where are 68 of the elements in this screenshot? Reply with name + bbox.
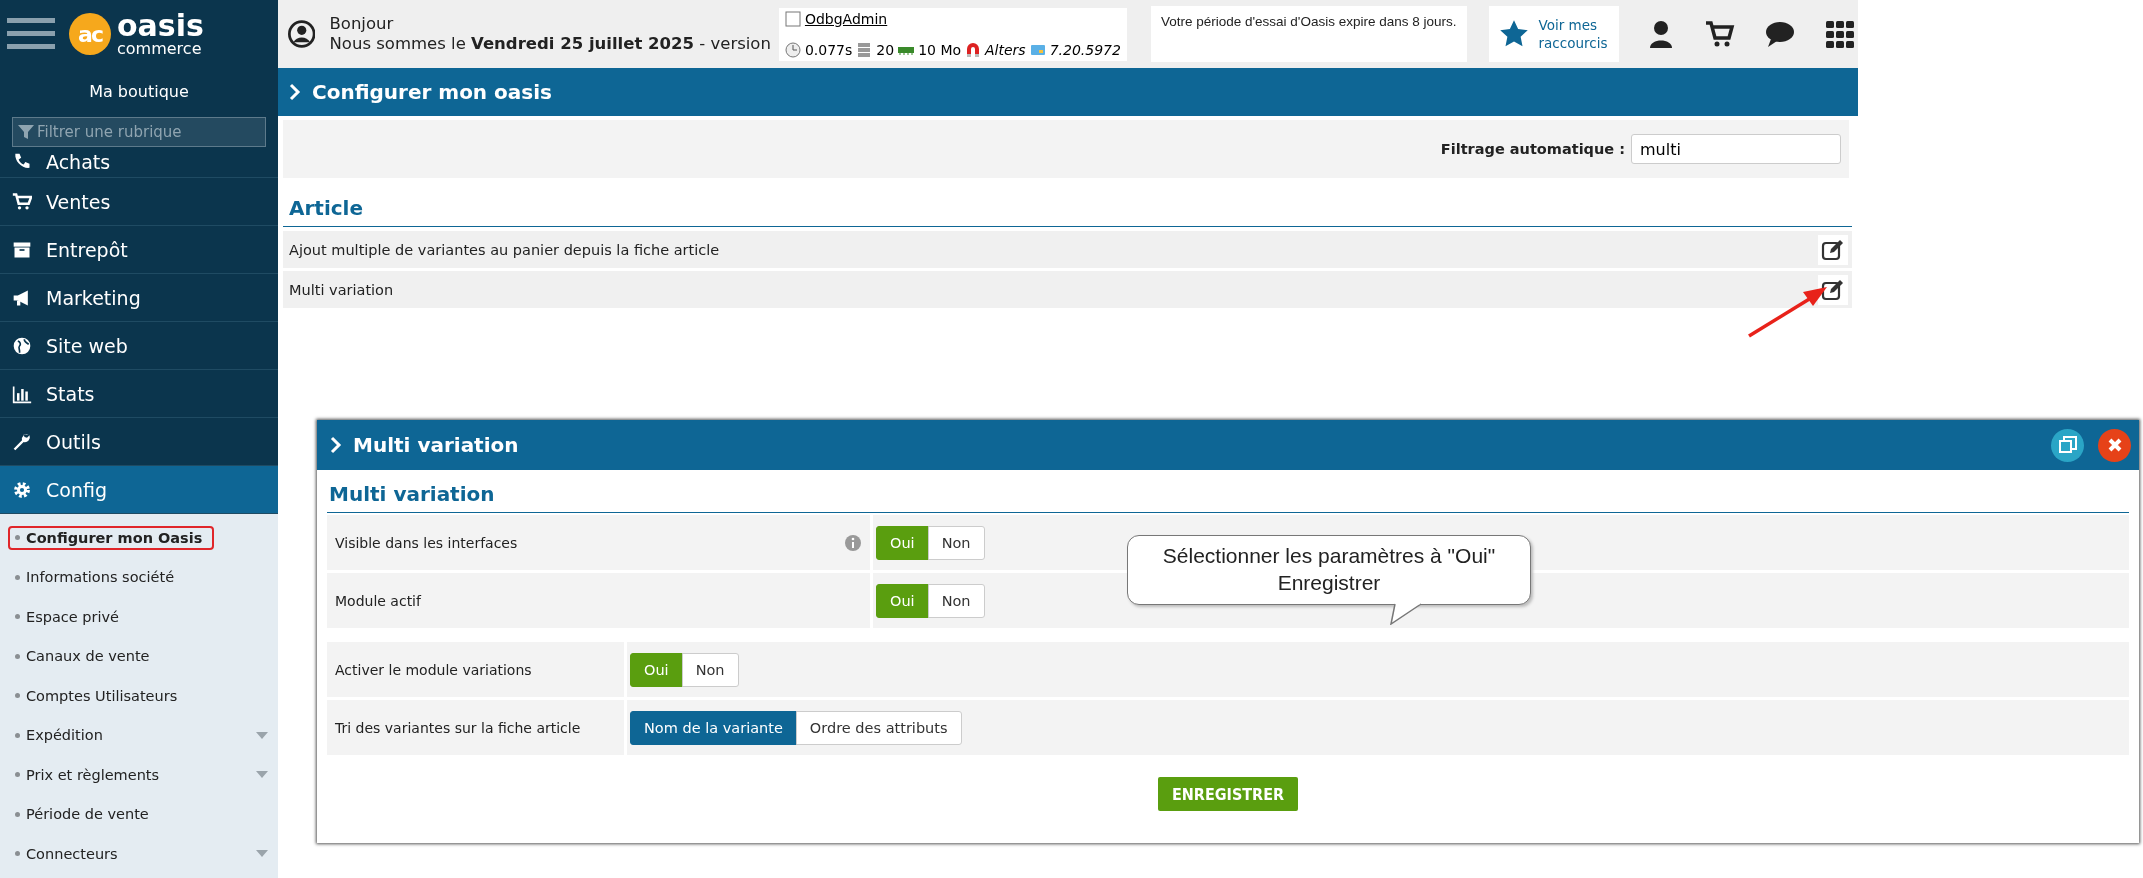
checkbox-icon[interactable] xyxy=(784,10,801,27)
clock-icon xyxy=(784,41,801,58)
submenu-item[interactable]: Informations société xyxy=(8,565,187,590)
debug-time: 0.077s xyxy=(804,41,853,58)
star-icon xyxy=(1498,19,1529,49)
sidebar-item[interactable]: Ventes xyxy=(0,178,278,226)
setting-label: Activer le module variations xyxy=(335,661,532,678)
server-icon xyxy=(856,41,873,58)
sidebar-item[interactable]: Site web xyxy=(0,322,278,370)
filter-label: Filtrage automatique : xyxy=(1440,141,1625,157)
option-toggle[interactable]: Non xyxy=(681,652,739,687)
cart-icon xyxy=(12,191,32,212)
submenu-item[interactable]: Canaux de vente xyxy=(8,644,162,669)
store-name: Ma boutique xyxy=(88,81,190,103)
option-toggle[interactable]: Non xyxy=(927,583,985,618)
user-avatar-icon xyxy=(288,19,316,49)
chevron-icon xyxy=(288,83,302,101)
setting-label: Multi variation xyxy=(289,281,394,298)
setting-label: Module actif xyxy=(335,592,421,609)
close-icon[interactable] xyxy=(2098,428,2131,462)
section-heading: Multi variation xyxy=(327,482,2129,513)
debug-alters: Alters xyxy=(985,41,1026,58)
option-toggle[interactable]: Non xyxy=(927,525,985,560)
copy-icon[interactable] xyxy=(2051,428,2084,462)
submenu-item[interactable]: Période de vente xyxy=(8,802,161,827)
section-heading: Article xyxy=(283,196,1852,227)
filter-input[interactable]: multi xyxy=(1631,134,1841,164)
chevron-icon xyxy=(329,436,343,454)
submenu-item[interactable]: Comptes Utilisateurs xyxy=(8,683,190,708)
globe-icon xyxy=(12,335,32,356)
edit-icon[interactable] xyxy=(1818,274,1848,305)
sidebar-item[interactable]: Achats xyxy=(0,147,278,178)
shortcuts-button[interactable]: Voir mes raccourcis xyxy=(1488,6,1620,62)
option-toggle[interactable]: Nom de la variante xyxy=(630,710,797,745)
edit-icon[interactable] xyxy=(1818,234,1848,265)
debug-memory: 10 Mo xyxy=(918,41,962,58)
submenu-item[interactable]: Espace privé xyxy=(8,604,131,629)
filter-field[interactable]: Filtrer une rubrique xyxy=(12,117,266,147)
submenu-item[interactable]: Connecteurs xyxy=(8,841,130,866)
setting-label: Ajout multiple de variantes au panier depuis la fiche article xyxy=(289,241,720,258)
logo-name: oasis xyxy=(117,11,204,41)
debug-version: 7.20.5972 xyxy=(1049,41,1121,58)
logo-tagline: commerce xyxy=(117,41,203,57)
setting-label: Visible dans les interfaces xyxy=(335,534,518,551)
info-icon[interactable] xyxy=(844,533,862,552)
gear-icon xyxy=(12,479,32,500)
wrench-icon xyxy=(12,431,32,452)
sidebar-item[interactable]: Stats xyxy=(0,370,278,418)
sidebar-item[interactable]: Marketing xyxy=(0,274,278,322)
date-line: Nous sommes le Vendredi 25 juillet 2025 - version xyxy=(329,34,771,54)
sidebar-item[interactable]: Config xyxy=(0,466,278,514)
modal-title: Multi variation xyxy=(353,433,519,457)
option-toggle[interactable]: Ordre des attributs xyxy=(795,710,962,745)
callout-pointer xyxy=(1389,603,1423,625)
submenu-item[interactable]: Prix et règlements xyxy=(8,762,172,787)
filter-icon xyxy=(18,124,34,140)
setting-label: Tri des variantes sur la fiche article xyxy=(335,719,581,736)
trial-notice: Votre période d'essai d'Oasis expire dans 8 jours. xyxy=(1150,6,1467,62)
magnet-icon xyxy=(965,41,982,58)
debug-queries: 20 xyxy=(876,41,895,58)
callout-bubble: Sélectionner les paramètres à "Oui" Enregistrer xyxy=(1127,535,1531,605)
logo-mark: ac xyxy=(69,13,111,55)
submenu-item[interactable]: Configurer mon Oasis xyxy=(8,525,215,550)
greeting: Bonjour xyxy=(329,14,395,34)
debug-user-link[interactable]: OdbgAdmin xyxy=(804,10,888,27)
page-title: Configurer mon oasis xyxy=(312,80,552,104)
sidebar-item[interactable]: Entrepôt xyxy=(0,226,278,274)
submenu-item[interactable]: Expédition xyxy=(8,723,115,748)
